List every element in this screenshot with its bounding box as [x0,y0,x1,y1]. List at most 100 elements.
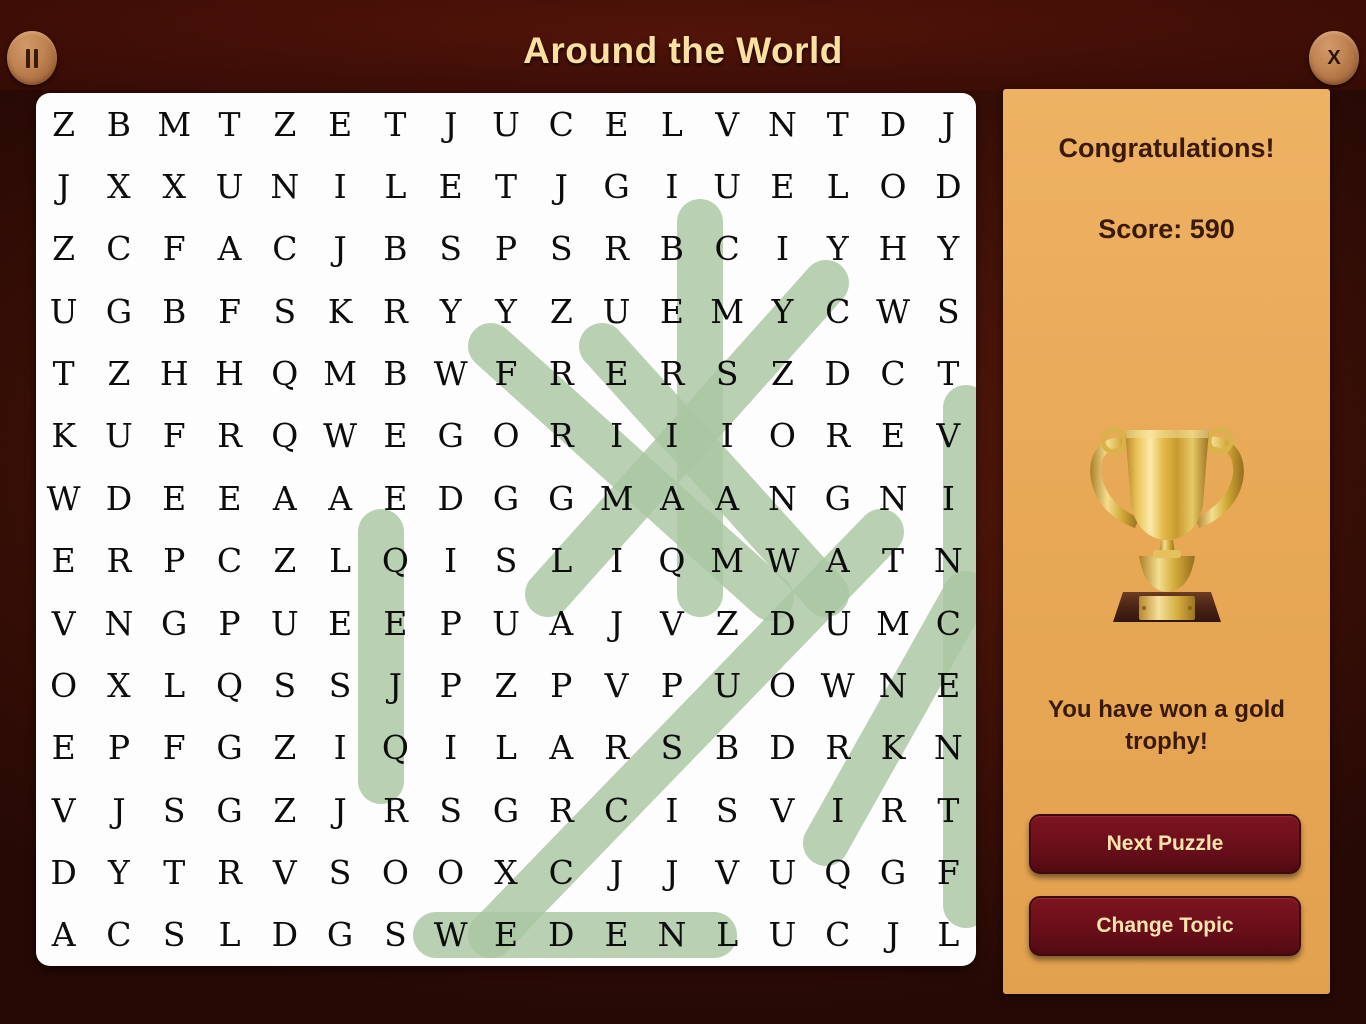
grid-cell-r7-c7[interactable]: E [368,467,423,529]
grid-cell-r8-c3[interactable]: P [147,530,202,592]
grid-cell-r11-c6[interactable]: I [312,717,367,779]
grid-cell-r1-c17[interactable]: J [921,93,976,155]
grid-cell-r9-c9[interactable]: U [478,592,533,654]
grid-cell-r13-c15[interactable]: Q [810,841,865,903]
grid-cell-r1-c1[interactable]: Z [36,93,91,155]
grid-cell-r9-c4[interactable]: P [202,592,257,654]
grid-cell-r2-c12[interactable]: I [644,155,699,217]
grid-cell-r5-c5[interactable]: Q [257,342,312,404]
grid-cell-r11-c4[interactable]: G [202,717,257,779]
grid-cell-r1-c10[interactable]: C [534,93,589,155]
grid-cell-r12-c13[interactable]: S [700,779,755,841]
grid-cell-r14-c14[interactable]: U [755,904,810,966]
grid-cell-r12-c8[interactable]: S [423,779,478,841]
grid-cell-r4-c2[interactable]: G [91,280,146,342]
grid-cell-r14-c7[interactable]: S [368,904,423,966]
grid-cell-r6-c12[interactable]: I [644,405,699,467]
grid-cell-r11-c14[interactable]: D [755,717,810,779]
grid-cell-r11-c15[interactable]: R [810,717,865,779]
grid-cell-r11-c1[interactable]: E [36,717,91,779]
grid-cell-r12-c2[interactable]: J [91,779,146,841]
grid-cell-r6-c17[interactable]: V [921,405,976,467]
grid-cell-r4-c11[interactable]: U [589,280,644,342]
grid-cell-r8-c5[interactable]: Z [257,530,312,592]
grid-cell-r7-c14[interactable]: N [755,467,810,529]
grid-cell-r10-c8[interactable]: P [423,654,478,716]
grid-cell-r13-c1[interactable]: D [36,841,91,903]
grid-cell-r5-c8[interactable]: W [423,342,478,404]
grid-cell-r9-c17[interactable]: C [921,592,976,654]
grid-cell-r2-c6[interactable]: I [312,155,367,217]
grid-cell-r9-c13[interactable]: Z [700,592,755,654]
grid-cell-r4-c17[interactable]: S [921,280,976,342]
grid-cell-r7-c11[interactable]: M [589,467,644,529]
grid-cell-r5-c13[interactable]: S [700,342,755,404]
grid-cell-r1-c6[interactable]: E [312,93,367,155]
grid-cell-r2-c11[interactable]: G [589,155,644,217]
grid-cell-r2-c15[interactable]: L [810,155,865,217]
grid-cell-r8-c4[interactable]: C [202,530,257,592]
grid-cell-r11-c13[interactable]: B [700,717,755,779]
grid-cell-r9-c3[interactable]: G [147,592,202,654]
grid-cell-r3-c13[interactable]: C [700,218,755,280]
grid-cell-r14-c4[interactable]: L [202,904,257,966]
grid-cell-r1-c7[interactable]: T [368,93,423,155]
grid-cell-r9-c1[interactable]: V [36,592,91,654]
grid-cell-r14-c1[interactable]: A [36,904,91,966]
grid-cell-r1-c13[interactable]: V [700,93,755,155]
grid-cell-r12-c14[interactable]: V [755,779,810,841]
grid-cell-r9-c15[interactable]: U [810,592,865,654]
grid-cell-r9-c11[interactable]: J [589,592,644,654]
letter-grid[interactable]: ZBMTZETJUCELVNTDJJXXUNILETJGIUELODZCFACJ… [36,93,976,966]
change-topic-button[interactable]: Change Topic [1029,896,1301,956]
grid-cell-r12-c5[interactable]: Z [257,779,312,841]
grid-cell-r10-c16[interactable]: N [865,654,920,716]
grid-cell-r6-c11[interactable]: I [589,405,644,467]
grid-cell-r10-c9[interactable]: Z [478,654,533,716]
grid-cell-r1-c3[interactable]: M [147,93,202,155]
grid-cell-r14-c16[interactable]: J [865,904,920,966]
grid-cell-r11-c11[interactable]: R [589,717,644,779]
grid-cell-r9-c5[interactable]: U [257,592,312,654]
grid-cell-r5-c12[interactable]: R [644,342,699,404]
grid-cell-r13-c3[interactable]: T [147,841,202,903]
grid-cell-r4-c9[interactable]: Y [478,280,533,342]
grid-cell-r10-c10[interactable]: P [534,654,589,716]
grid-cell-r3-c15[interactable]: Y [810,218,865,280]
grid-cell-r7-c9[interactable]: G [478,467,533,529]
grid-cell-r3-c5[interactable]: C [257,218,312,280]
grid-cell-r9-c12[interactable]: V [644,592,699,654]
grid-cell-r1-c2[interactable]: B [91,93,146,155]
grid-cell-r3-c17[interactable]: Y [921,218,976,280]
grid-cell-r4-c16[interactable]: W [865,280,920,342]
grid-cell-r5-c14[interactable]: Z [755,342,810,404]
grid-cell-r1-c11[interactable]: E [589,93,644,155]
grid-cell-r10-c7[interactable]: J [368,654,423,716]
grid-cell-r9-c6[interactable]: E [312,592,367,654]
grid-cell-r9-c14[interactable]: D [755,592,810,654]
grid-cell-r12-c6[interactable]: J [312,779,367,841]
grid-cell-r7-c3[interactable]: E [147,467,202,529]
grid-cell-r5-c9[interactable]: F [478,342,533,404]
next-puzzle-button[interactable]: Next Puzzle [1029,814,1301,874]
grid-cell-r13-c12[interactable]: J [644,841,699,903]
grid-cell-r4-c7[interactable]: R [368,280,423,342]
grid-cell-r13-c2[interactable]: Y [91,841,146,903]
grid-cell-r4-c14[interactable]: Y [755,280,810,342]
grid-cell-r8-c6[interactable]: L [312,530,367,592]
grid-cell-r6-c1[interactable]: K [36,405,91,467]
grid-cell-r4-c10[interactable]: Z [534,280,589,342]
grid-cell-r6-c7[interactable]: E [368,405,423,467]
grid-cell-r13-c4[interactable]: R [202,841,257,903]
grid-cell-r13-c10[interactable]: C [534,841,589,903]
grid-cell-r13-c13[interactable]: V [700,841,755,903]
grid-cell-r7-c16[interactable]: N [865,467,920,529]
grid-cell-r4-c12[interactable]: E [644,280,699,342]
grid-cell-r7-c10[interactable]: G [534,467,589,529]
grid-cell-r8-c2[interactable]: R [91,530,146,592]
grid-cell-r9-c10[interactable]: A [534,592,589,654]
grid-cell-r11-c8[interactable]: I [423,717,478,779]
grid-cell-r11-c17[interactable]: N [921,717,976,779]
word-search-grid-card[interactable]: ZBMTZETJUCELVNTDJJXXUNILETJGIUELODZCFACJ… [36,93,976,966]
grid-cell-r10-c6[interactable]: S [312,654,367,716]
